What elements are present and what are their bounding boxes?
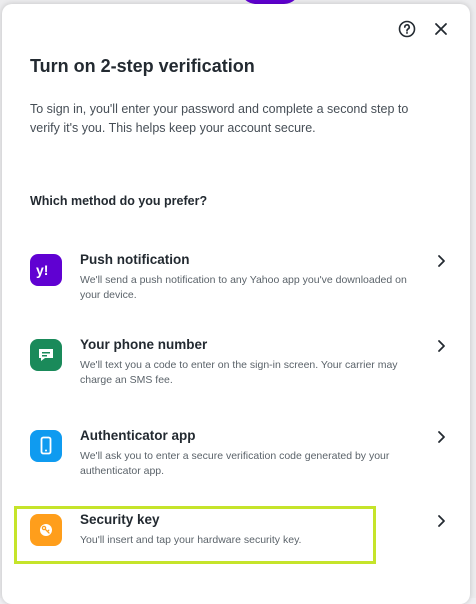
key-icon — [30, 514, 62, 546]
chevron-right-icon — [436, 339, 448, 353]
close-icon[interactable] — [432, 20, 450, 38]
option-title: Push notification — [80, 252, 190, 267]
dialog-toolbar — [398, 20, 450, 38]
option-title: Your phone number — [80, 337, 208, 352]
dialog-description: To sign in, you'll enter your password a… — [30, 102, 409, 135]
chevron-right-icon — [436, 430, 448, 444]
two-step-dialog: Turn on 2-step verification To sign in, … — [2, 4, 470, 604]
message-icon — [30, 339, 62, 371]
option-description: We'll ask you to enter a secure verifica… — [80, 450, 390, 477]
help-icon[interactable] — [398, 20, 416, 38]
option-title: Security key — [80, 512, 160, 527]
option-security-key[interactable]: Security key You'll insert and tap your … — [16, 502, 456, 572]
svg-text:y!: y! — [36, 262, 48, 278]
chevron-right-icon — [436, 514, 448, 528]
option-push-notification[interactable]: y! Push notification We'll send a push n… — [16, 242, 456, 312]
option-description: You'll insert and tap your hardware secu… — [80, 534, 302, 546]
method-question: Which method do you prefer? — [30, 194, 208, 208]
phone-icon — [30, 430, 62, 462]
option-description: We'll text you a code to enter on the si… — [80, 359, 398, 386]
dialog-title: Turn on 2-step verification — [30, 56, 255, 76]
option-description: We'll send a push notification to any Ya… — [80, 274, 407, 301]
option-phone-number[interactable]: Your phone number We'll text you a code … — [16, 327, 456, 397]
option-authenticator-app[interactable]: Authenticator app We'll ask you to enter… — [16, 418, 456, 488]
yahoo-icon: y! — [30, 254, 62, 286]
option-title: Authenticator app — [80, 428, 196, 443]
chevron-right-icon — [436, 254, 448, 268]
